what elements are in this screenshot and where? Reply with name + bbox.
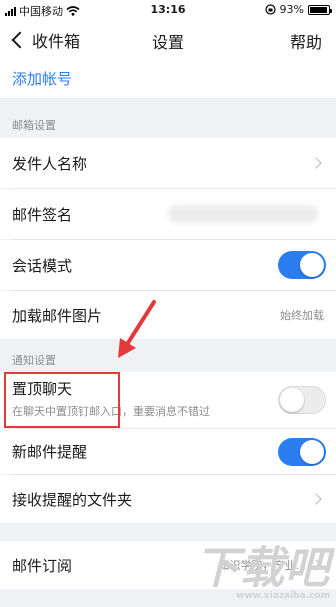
load-images-value: 始终加载: [280, 309, 324, 322]
add-account-link[interactable]: 添加帐号: [12, 68, 72, 89]
add-account-row[interactable]: 添加帐号: [0, 58, 336, 98]
new-mail-alert-label: 新邮件提醒: [12, 443, 88, 461]
conversation-mode-toggle[interactable]: [278, 251, 326, 279]
sender-name-row[interactable]: 发件人名称: [0, 138, 336, 188]
conversation-mode-row: 会话模式: [0, 240, 336, 290]
signature-label: 邮件签名: [12, 205, 73, 224]
section-header-notification: 通知设置: [12, 354, 56, 367]
annotation-highlight-box: [4, 372, 120, 428]
new-mail-alert-toggle[interactable]: [278, 437, 326, 466]
sender-name-label: 发件人名称: [12, 154, 88, 173]
help-button[interactable]: 帮助: [290, 29, 322, 53]
annotation-arrow: [118, 300, 156, 358]
new-mail-alert-row: 新邮件提醒: [0, 429, 336, 474]
load-images-row[interactable]: 加载邮件图片 始终加载: [0, 291, 336, 339]
subscription-label: 邮件订阅: [12, 556, 73, 575]
status-bar: 中国移动 13:16 93%: [0, 0, 336, 20]
battery-percent: 93%: [279, 3, 304, 16]
alert-folders-row[interactable]: 接收提醒的文件夹: [0, 475, 336, 523]
chevron-right-icon: [310, 157, 322, 169]
chevron-right-icon: [310, 493, 322, 505]
lock-rotation-icon: [264, 4, 276, 15]
conversation-mode-label: 会话模式: [12, 256, 73, 275]
watermark-logo: 下载吧: [195, 543, 330, 594]
navigation-bar: 收件箱 设置 帮助: [0, 20, 336, 58]
blurred-signature-value: [168, 205, 318, 223]
pin-chat-toggle[interactable]: [278, 386, 326, 414]
section-header-mailbox: 邮箱设置: [12, 119, 56, 132]
page-title: 设置: [151, 33, 184, 52]
load-images-label: 加载邮件图片: [12, 306, 103, 325]
alert-folders-label: 接收提醒的文件夹: [12, 490, 133, 509]
watermark: 下载吧 www.xiazaiba.com: [195, 543, 330, 602]
battery-icon: [308, 4, 332, 15]
signature-row[interactable]: 邮件签名: [0, 189, 336, 239]
